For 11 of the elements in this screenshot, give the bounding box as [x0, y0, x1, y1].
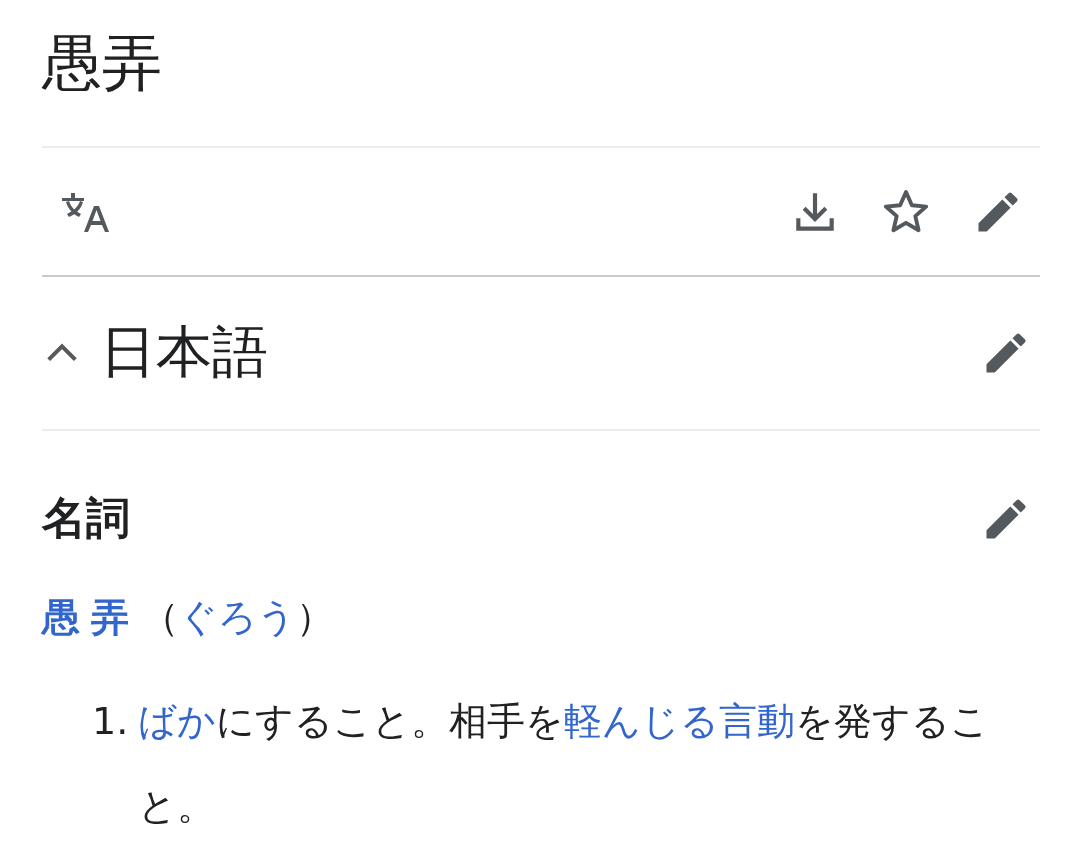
headword-link[interactable]: ぐろう	[178, 595, 296, 639]
definition-link[interactable]: 軽んじる	[564, 699, 720, 743]
page-title: 愚弄	[42, 0, 1040, 148]
definition-link[interactable]: 言動	[719, 699, 796, 743]
part-of-speech-heading: 名詞	[42, 491, 130, 545]
list-number: 1.	[92, 698, 129, 745]
headword-line: 愚弄（ぐろう）	[42, 594, 335, 641]
headword-link[interactable]: 愚弄	[42, 595, 141, 639]
definition-text: ばかにすること。相手を軽んじる言動を発すること。	[138, 698, 991, 830]
section-heading[interactable]: 日本語	[100, 315, 268, 391]
definition-link[interactable]: ばか	[138, 699, 217, 743]
